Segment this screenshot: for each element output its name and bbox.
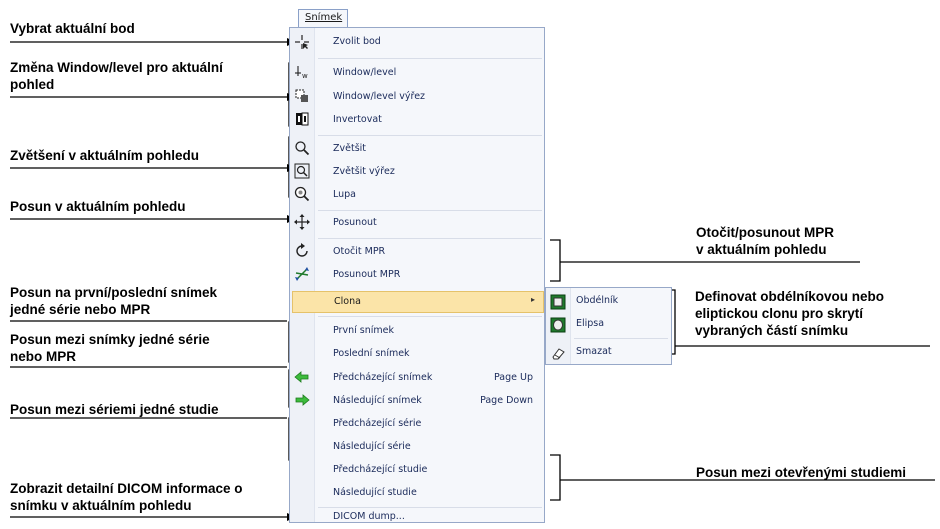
- annotation-shutter: Definovat obdélníkovou nebo eliptickou c…: [695, 289, 885, 338]
- menu-item-predchazejici-serie[interactable]: Předcházející série: [314, 414, 544, 436]
- menu-tab-snimek[interactable]: Snímek: [298, 9, 348, 27]
- annotation-between-images: Posun mezi snímky jedné série nebo MPR: [10, 332, 210, 364]
- clona-submenu: Obdélník Elipsa Smazat: [545, 287, 672, 365]
- menu-item-nasledujici-serie[interactable]: Následující série: [314, 437, 544, 459]
- menu-item-zvolit-bod[interactable]: Zvolit bod: [314, 32, 544, 54]
- zoom-region-icon: [294, 163, 310, 179]
- submenu-item-obdelnik[interactable]: Obdélník: [546, 291, 671, 313]
- menu-separator: [318, 58, 542, 59]
- menu-item-prvni-snimek[interactable]: První snímek: [314, 321, 544, 343]
- submenu-arrow-icon: ▸: [530, 295, 535, 304]
- menu-item-invertovat[interactable]: Invertovat: [314, 110, 544, 132]
- submenu-item-elipsa[interactable]: Elipsa: [546, 314, 671, 336]
- annotation-first-last: Posun na první/poslední snímek jedné sér…: [10, 285, 218, 317]
- submenu-item-smazat[interactable]: Smazat: [546, 342, 671, 364]
- window-level-icon: w: [294, 64, 310, 80]
- annotation-pan: Posun v aktuálním pohledu: [10, 199, 186, 214]
- menu-separator: [318, 238, 542, 239]
- menu-item-otocit-mpr[interactable]: Otočit MPR: [314, 242, 544, 264]
- rotate-icon: [294, 243, 310, 259]
- menu-item-window-level-vyrez[interactable]: Window/level výřez: [314, 87, 544, 109]
- snimek-dropdown-menu: Zvolit bod w Window/level Window/level v…: [289, 27, 545, 523]
- annotation-mpr: Otočit/posunout MPR v aktuálním pohledu: [696, 225, 834, 257]
- menu-separator: [318, 316, 542, 317]
- bracket-studies: [550, 454, 561, 501]
- magnifier-icon: [294, 186, 310, 202]
- menu-item-dicom-dump[interactable]: DICOM dump...: [314, 507, 544, 529]
- pan-icon: [294, 214, 310, 230]
- annotation-between-studies: Posun mezi otevřenými studiemi: [696, 465, 907, 480]
- menu-item-predchazejici-studie[interactable]: Předcházející studie: [314, 460, 544, 482]
- eraser-icon: [550, 345, 566, 361]
- annotation-zoom: Zvětšení v aktuálním pohledu: [10, 148, 200, 163]
- menu-item-posunout[interactable]: Posunout: [314, 213, 544, 235]
- arrow-left-icon: [294, 369, 310, 385]
- menu-item-zvetsit[interactable]: Zvětšit: [314, 139, 544, 161]
- invert-icon: [294, 111, 310, 127]
- annotation-dicom: Zobrazit detailní DICOM informace o sním…: [10, 481, 243, 513]
- menu-separator: [318, 210, 542, 211]
- bracket-mpr: [550, 239, 561, 282]
- rectangle-shutter-icon: [550, 294, 566, 310]
- zoom-icon: [294, 140, 310, 156]
- crosshair-pointer-icon: [294, 34, 310, 50]
- menu-item-predchazejici-snimek[interactable]: Předcházející snímek Page Up: [314, 368, 544, 390]
- svg-text:w: w: [302, 72, 308, 80]
- menu-separator: [318, 135, 542, 136]
- menu-item-posledni-snimek[interactable]: Poslední snímek: [314, 344, 544, 366]
- menu-item-clona[interactable]: Clona ▸: [292, 291, 544, 313]
- menu-item-posunout-mpr[interactable]: Posunout MPR: [314, 265, 544, 287]
- annotation-select-point: Vybrat aktuální bod: [10, 21, 135, 36]
- menu-item-zvetsit-vyrez[interactable]: Zvětšit výřez: [314, 162, 544, 184]
- window-level-region-icon: [294, 88, 310, 104]
- annotation-window-level: Změna Window/level pro aktuální pohled: [10, 60, 223, 92]
- menu-item-nasledujici-studie[interactable]: Následující studie: [314, 483, 544, 505]
- menu-item-lupa[interactable]: Lupa: [314, 185, 544, 207]
- ellipse-shutter-icon: [550, 317, 566, 333]
- annotation-between-series: Posun mezi sériemi jedné studie: [10, 402, 219, 417]
- move-mpr-icon: [294, 266, 310, 282]
- submenu-separator: [574, 338, 668, 339]
- menu-item-nasledujici-snimek[interactable]: Následující snímek Page Down: [314, 391, 544, 413]
- menu-item-window-level[interactable]: Window/level: [314, 63, 544, 85]
- arrow-right-icon: [294, 392, 310, 408]
